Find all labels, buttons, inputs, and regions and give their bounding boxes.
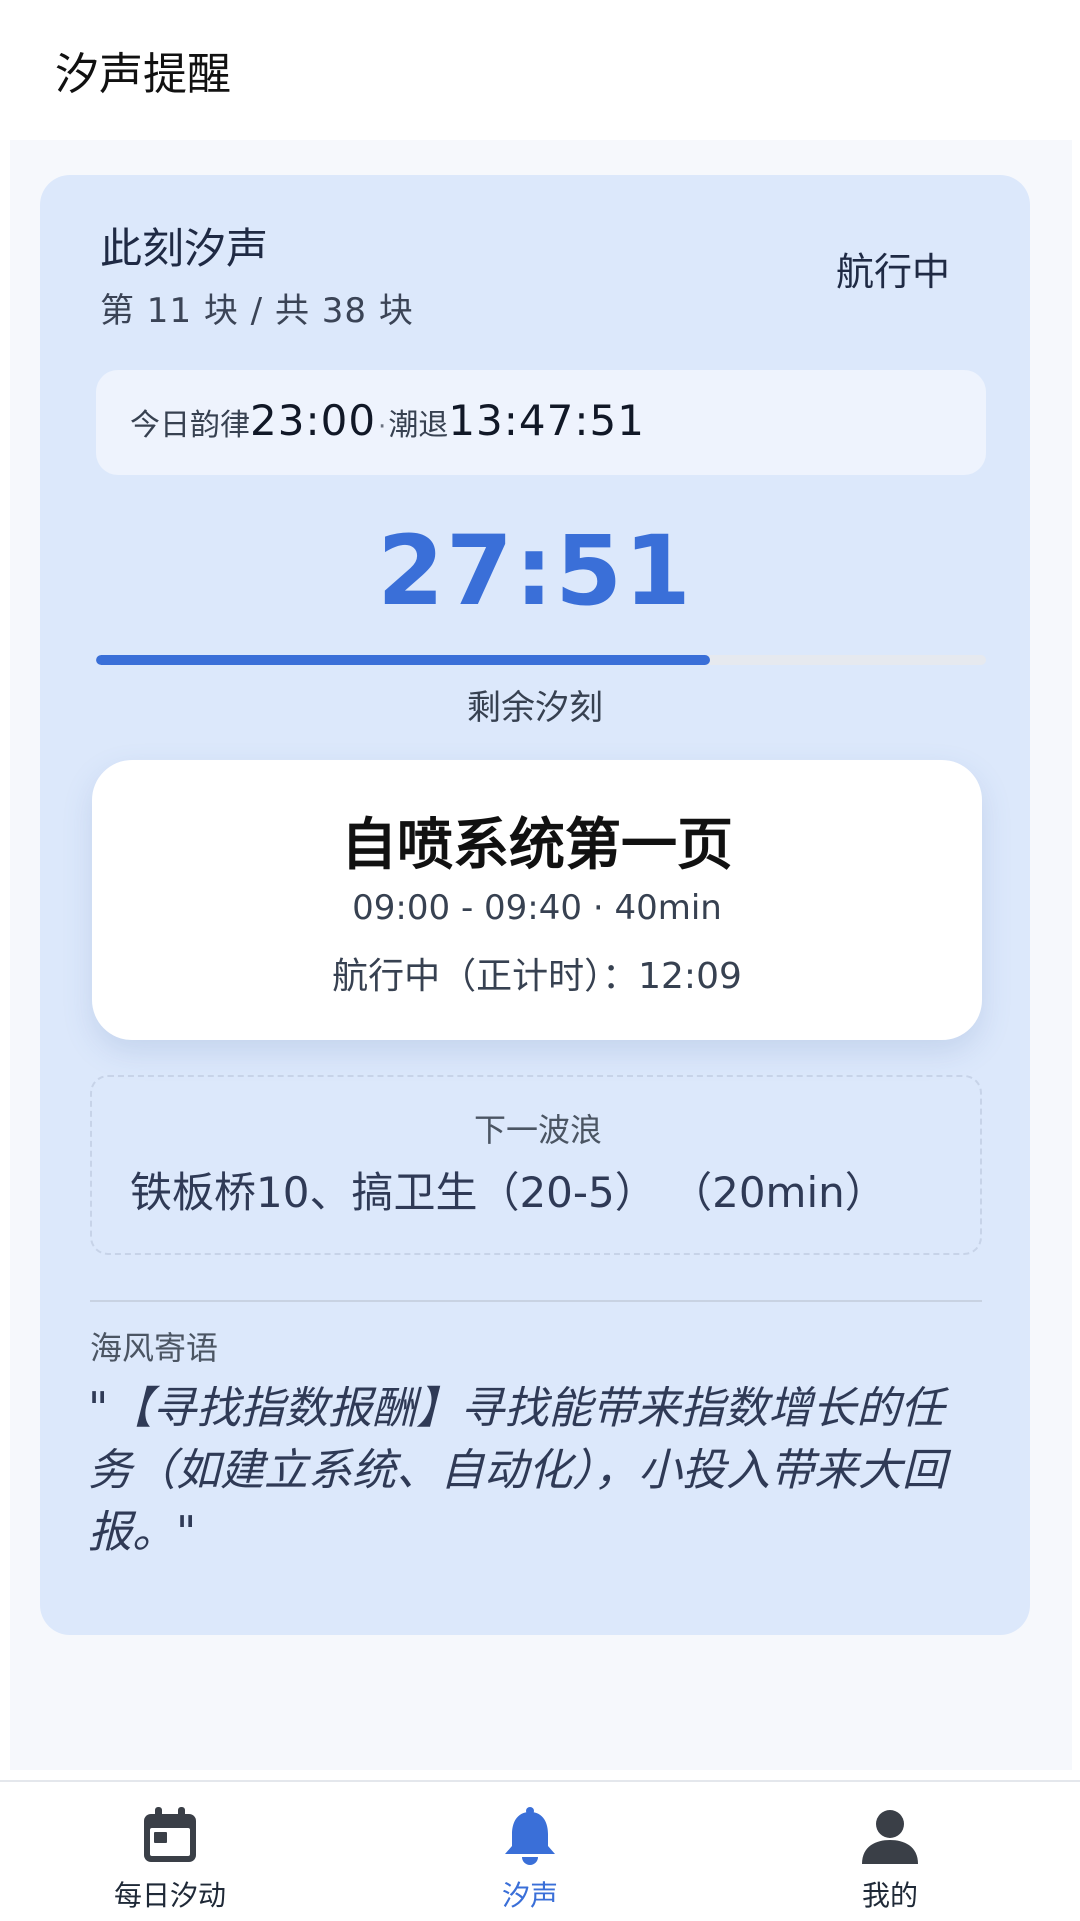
tab-tide-label: 汐声: [501, 1879, 558, 1912]
bell-icon: [505, 1807, 555, 1865]
task-elapsed: 航行中（正计时）：12:09: [332, 956, 742, 997]
rhythm-label: 今日韵律: [130, 408, 250, 443]
tab-mine-label: 我的: [861, 1879, 918, 1912]
next-wave-label: 下一波浪: [473, 1111, 602, 1149]
progress-bar: [96, 655, 986, 665]
ebb-value: 13:47:51: [448, 396, 645, 445]
card-title: 此刻汐声: [100, 224, 269, 273]
person-icon: [862, 1810, 918, 1864]
task-title: 自喷系统第一页: [341, 813, 733, 878]
calendar-icon: [144, 1807, 196, 1862]
bottom-tab-bar: 每日汐动 汐声 我的: [0, 1780, 1080, 1921]
rhythm-time: 23:00: [250, 396, 377, 445]
app-title: 汐声提醒: [55, 49, 231, 100]
next-wave-task: 铁板桥10、搞卫生（20-5） （20min）: [130, 1168, 887, 1217]
tab-daily-label: 每日汐动: [113, 1879, 226, 1912]
task-time-range: 09:00 - 09:40 · 40min: [352, 888, 722, 928]
tab-daily[interactable]: 每日汐动: [40, 1782, 300, 1921]
rhythm-separator: ·: [378, 412, 387, 442]
countdown-timer: 27:51: [377, 515, 693, 627]
block-count: 第 11 块 / 共 38 块: [100, 291, 414, 331]
current-tide-card: 此刻汐声 第 11 块 / 共 38 块 航行中 今日韵律 23:00 · 潮退…: [40, 175, 1030, 1635]
page: 汐声提醒 此刻汐声 第 11 块 / 共 38 块 航行中 今日韵律 23:00…: [0, 0, 1080, 1921]
quote-label: 海风寄语: [90, 1329, 219, 1367]
rhythm-box: 今日韵律 23:00 · 潮退 13:47:51: [96, 370, 986, 475]
tab-mine[interactable]: 我的: [760, 1782, 1020, 1921]
ebb-label: 潮退: [388, 408, 449, 443]
current-task-card[interactable]: 自喷系统第一页 09:00 - 09:40 · 40min 航行中（正计时）：1…: [92, 760, 982, 1040]
tab-tide[interactable]: 汐声: [400, 1782, 660, 1921]
divider: [90, 1300, 982, 1302]
status-label: 航行中: [835, 250, 950, 294]
quote-text: "【寻找指数报酬】寻找能带来指数增长的任务（如建立系统、自动化），小投入带来大回…: [88, 1383, 946, 1558]
progress-fill: [96, 655, 711, 665]
progress-label: 剩余汐刻: [467, 688, 603, 728]
next-wave-box[interactable]: 下一波浪 铁板桥10、搞卫生（20-5） （20min）: [90, 1075, 982, 1255]
